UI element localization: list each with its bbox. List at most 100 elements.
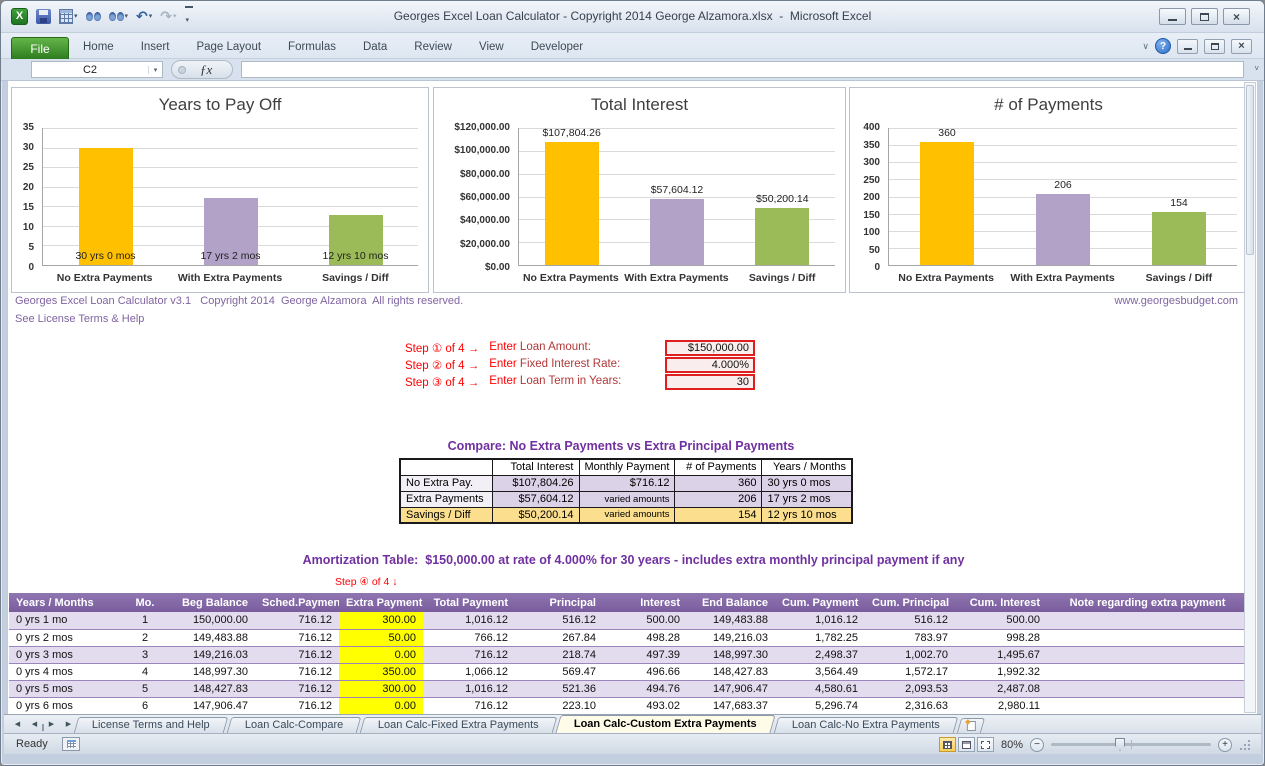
amort-cell[interactable]: 6: [121, 697, 169, 714]
zoom-out-button[interactable]: −: [1030, 738, 1044, 752]
sheet-tab-loan-calc-no-extra-payments[interactable]: Loan Calc-No Extra Payments: [774, 717, 959, 733]
amort-cell[interactable]: 0 yrs 5 mos: [9, 680, 121, 697]
amort-header-cell[interactable]: Cum. Principal: [865, 593, 955, 612]
amort-cell[interactable]: 0.00: [339, 697, 423, 714]
page-break-view-button[interactable]: [977, 737, 994, 752]
compare-cell[interactable]: 12 yrs 10 mos: [762, 507, 852, 523]
amort-header-cell[interactable]: Mo.: [121, 593, 169, 612]
amort-header-cell[interactable]: Note regarding extra payment: [1047, 593, 1248, 612]
amort-cell[interactable]: 2,487.08: [955, 680, 1047, 697]
amort-cell[interactable]: 500.00: [955, 612, 1047, 629]
sheet-tab-license-terms-and-help[interactable]: License Terms and Help: [74, 717, 228, 733]
amort-cell[interactable]: 0 yrs 6 mos: [9, 697, 121, 714]
amort-cell[interactable]: 493.02: [603, 697, 687, 714]
amort-cell[interactable]: 716.12: [255, 646, 339, 663]
workbook-close-button[interactable]: ×: [1231, 39, 1252, 54]
amort-cell[interactable]: 150,000.00: [169, 612, 255, 629]
formula-input[interactable]: [241, 61, 1244, 78]
amort-cell[interactable]: 1,066.12: [423, 663, 515, 680]
amort-cell[interactable]: 0.00: [339, 646, 423, 663]
amort-cell[interactable]: 1,002.70: [865, 646, 955, 663]
amort-cell[interactable]: 148,997.30: [169, 663, 255, 680]
workbook-restore-button[interactable]: [1204, 39, 1225, 54]
amort-cell[interactable]: 148,427.83: [169, 680, 255, 697]
amort-header-cell[interactable]: Years / Months: [9, 593, 121, 612]
insert-function-button[interactable]: ƒx: [171, 60, 233, 79]
tab-view[interactable]: View: [479, 41, 504, 53]
amort-cell[interactable]: 716.12: [255, 663, 339, 680]
amort-cell[interactable]: 0 yrs 4 mos: [9, 663, 121, 680]
amort-cell[interactable]: 3,564.49: [775, 663, 865, 680]
compare-cell[interactable]: varied amounts: [579, 507, 675, 523]
amort-cell[interactable]: 3: [121, 646, 169, 663]
tab-review[interactable]: Review: [414, 41, 452, 53]
amort-cell[interactable]: 50.00: [339, 629, 423, 646]
amort-cell[interactable]: 218.74: [515, 646, 603, 663]
amort-cell[interactable]: 998.28: [955, 629, 1047, 646]
amort-header-cell[interactable]: Beg Balance: [169, 593, 255, 612]
compare-cell[interactable]: 360: [675, 475, 762, 491]
compare-header-cell[interactable]: # of Payments: [675, 459, 762, 475]
compare-cell[interactable]: 30 yrs 0 mos: [762, 475, 852, 491]
amort-cell[interactable]: 500.00: [603, 612, 687, 629]
scrollbar-thumb[interactable]: [1246, 85, 1254, 255]
amort-cell[interactable]: 148,427.83: [687, 663, 775, 680]
zoom-slider-thumb[interactable]: [1115, 738, 1125, 751]
chart-number-of-payments[interactable]: # of Payments360206154050100150200250300…: [849, 87, 1248, 293]
amort-cell[interactable]: [1047, 646, 1248, 663]
amort-cell[interactable]: [1047, 697, 1248, 714]
interest-rate-input[interactable]: 4.000%: [665, 357, 755, 373]
amort-cell[interactable]: 1,992.32: [955, 663, 1047, 680]
amort-header-cell[interactable]: Total Payment: [423, 593, 515, 612]
tab-page-layout[interactable]: Page Layout: [196, 41, 261, 53]
compare-header-cell[interactable]: Years / Months: [762, 459, 852, 475]
amort-cell[interactable]: 497.39: [603, 646, 687, 663]
amort-cell[interactable]: 2: [121, 629, 169, 646]
compare-row-label[interactable]: Savings / Diff: [400, 507, 492, 523]
amort-cell[interactable]: 1,495.67: [955, 646, 1047, 663]
chart-years-to-pay-off[interactable]: Years to Pay Off30 yrs 0 mos17 yrs 2 mos…: [11, 87, 429, 293]
amort-cell[interactable]: 2,980.11: [955, 697, 1047, 714]
compare-header-cell[interactable]: Total Interest: [492, 459, 579, 475]
amort-cell[interactable]: 5,296.74: [775, 697, 865, 714]
amort-cell[interactable]: 0 yrs 3 mos: [9, 646, 121, 663]
amort-header-cell[interactable]: Cum. Interest: [955, 593, 1047, 612]
amort-header-cell[interactable]: End Balance: [687, 593, 775, 612]
compare-cell[interactable]: 206: [675, 491, 762, 507]
amort-cell[interactable]: 1,572.17: [865, 663, 955, 680]
amort-cell[interactable]: 0 yrs 1 mo: [9, 612, 121, 629]
amort-cell[interactable]: 2,093.53: [865, 680, 955, 697]
amort-cell[interactable]: 4,580.61: [775, 680, 865, 697]
amort-cell[interactable]: 516.12: [515, 612, 603, 629]
compare-cell[interactable]: $107,804.26: [492, 475, 579, 491]
amort-cell[interactable]: 783.97: [865, 629, 955, 646]
amort-cell[interactable]: 716.12: [255, 612, 339, 629]
compare-cell[interactable]: varied amounts: [579, 491, 675, 507]
zoom-level-label[interactable]: 80%: [1001, 739, 1023, 751]
amort-cell[interactable]: 516.12: [865, 612, 955, 629]
amort-cell[interactable]: [1047, 629, 1248, 646]
amort-cell[interactable]: 149,216.03: [169, 646, 255, 663]
amort-cell[interactable]: 0 yrs 2 mos: [9, 629, 121, 646]
amort-cell[interactable]: 147,683.37: [687, 697, 775, 714]
normal-view-button[interactable]: [939, 737, 956, 752]
first-sheet-button[interactable]: ◀: [10, 717, 25, 731]
tab-file[interactable]: File: [11, 37, 69, 59]
amort-cell[interactable]: 267.84: [515, 629, 603, 646]
sheet-tab-loan-calc-compare[interactable]: Loan Calc-Compare: [227, 717, 362, 733]
amort-header-cell[interactable]: Extra Payment: [339, 593, 423, 612]
amort-cell[interactable]: 521.36: [515, 680, 603, 697]
compare-cell[interactable]: 154: [675, 507, 762, 523]
amort-cell[interactable]: 496.66: [603, 663, 687, 680]
page-layout-view-button[interactable]: [958, 737, 975, 752]
amort-cell[interactable]: 716.12: [423, 646, 515, 663]
compare-cell[interactable]: 17 yrs 2 mos: [762, 491, 852, 507]
amort-header-cell[interactable]: Principal: [515, 593, 603, 612]
zoom-slider[interactable]: [1051, 743, 1211, 746]
amort-cell[interactable]: 149,483.88: [169, 629, 255, 646]
amort-cell[interactable]: 716.12: [255, 629, 339, 646]
compare-row-label[interactable]: No Extra Pay.: [400, 475, 492, 491]
amort-cell[interactable]: 766.12: [423, 629, 515, 646]
zoom-in-button[interactable]: +: [1218, 738, 1232, 752]
name-box[interactable]: C2 ▾: [31, 61, 163, 78]
